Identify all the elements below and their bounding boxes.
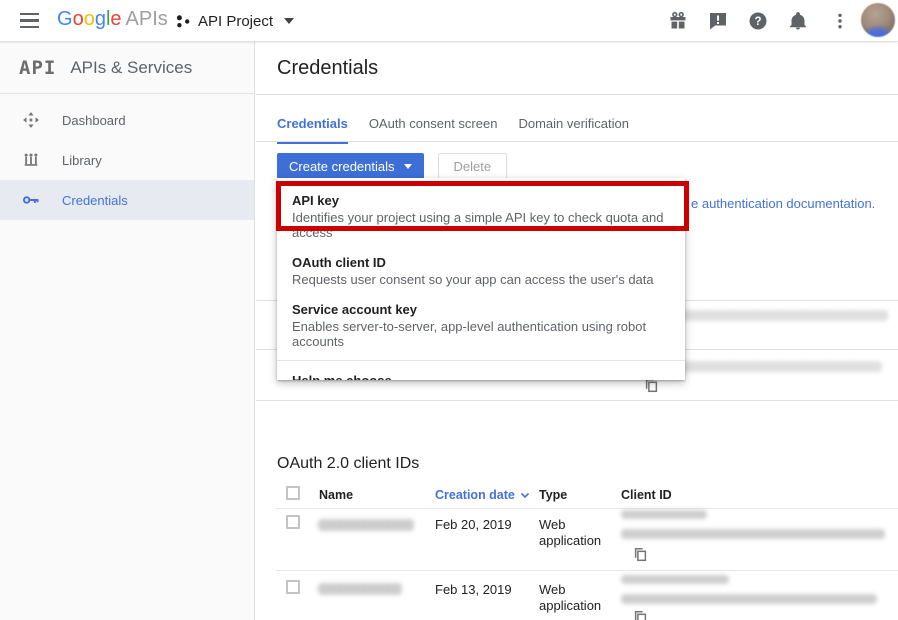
sidebar: API APIs & Services Dashboard Library bbox=[0, 42, 255, 620]
copy-icon[interactable] bbox=[633, 547, 648, 562]
column-header-name: Name bbox=[319, 488, 353, 502]
type-cell: Web application bbox=[539, 517, 615, 549]
redacted-client-id bbox=[621, 529, 885, 539]
sidebar-item-label: Library bbox=[62, 153, 102, 168]
redacted-api-key-row bbox=[664, 310, 888, 321]
sidebar-item-dashboard[interactable]: Dashboard bbox=[0, 100, 254, 140]
oauth-clients-heading: OAuth 2.0 client IDs bbox=[277, 455, 419, 473]
column-header-type: Type bbox=[539, 488, 567, 502]
tab-bar: Credentials OAuth consent screen Domain … bbox=[277, 116, 629, 144]
tab-domain-verification[interactable]: Domain verification bbox=[518, 116, 629, 144]
sidebar-nav: Dashboard Library bbox=[0, 94, 254, 220]
tab-oauth-consent-screen[interactable]: OAuth consent screen bbox=[369, 116, 498, 144]
svg-text:?: ? bbox=[754, 16, 761, 28]
menu-separator bbox=[277, 360, 685, 361]
notifications-icon[interactable] bbox=[788, 11, 808, 31]
redacted-client-id bbox=[621, 510, 707, 519]
sidebar-product-title: APIs & Services bbox=[70, 58, 192, 78]
column-header-client-id: Client ID bbox=[621, 488, 672, 502]
sidebar-item-label: Dashboard bbox=[62, 113, 126, 128]
sidebar-header: API APIs & Services bbox=[0, 42, 254, 94]
divider bbox=[276, 570, 898, 571]
toolbar: Create credentials Delete bbox=[277, 153, 507, 179]
redacted-client-name bbox=[318, 583, 402, 595]
create-credentials-button[interactable]: Create credentials bbox=[277, 153, 424, 179]
redacted-client-name bbox=[318, 519, 414, 531]
divider bbox=[256, 94, 898, 95]
top-app-bar: GoogleAPIs API Project bbox=[0, 0, 898, 42]
gift-icon[interactable] bbox=[668, 11, 688, 31]
page-title: Credentials bbox=[277, 57, 378, 80]
divider bbox=[276, 508, 898, 509]
google-apis-logo[interactable]: GoogleAPIs bbox=[57, 8, 168, 31]
dropdown-caret-icon bbox=[404, 164, 412, 169]
menu-item-help-me-choose[interactable]: Help me choose Asks a few questions to h… bbox=[277, 365, 685, 380]
copy-icon[interactable] bbox=[633, 610, 648, 620]
main-content: Credentials Credentials OAuth consent sc… bbox=[256, 42, 898, 620]
sidebar-item-label: Credentials bbox=[62, 193, 128, 208]
authentication-documentation-link[interactable]: e authentication documentation. bbox=[691, 196, 875, 211]
redacted-client-id bbox=[621, 575, 729, 584]
google-logo-letters: Google bbox=[57, 8, 122, 30]
project-selector[interactable]: API Project bbox=[176, 0, 294, 42]
row-checkbox[interactable] bbox=[286, 515, 300, 529]
creation-date-cell: Feb 13, 2019 bbox=[435, 582, 512, 598]
feedback-icon[interactable] bbox=[708, 11, 728, 31]
menu-item-service-account-key[interactable]: Service account key Enables server-to-se… bbox=[277, 294, 685, 356]
project-name: API Project bbox=[198, 13, 273, 30]
creation-date-cell: Feb 20, 2019 bbox=[435, 517, 512, 533]
logo-suffix: APIs bbox=[126, 8, 168, 30]
key-icon bbox=[22, 191, 40, 209]
redacted-client-id bbox=[621, 594, 877, 604]
delete-button[interactable]: Delete bbox=[438, 153, 508, 179]
page: GoogleAPIs API Project bbox=[0, 0, 898, 620]
sort-descending-icon bbox=[520, 492, 530, 499]
type-cell: Web application bbox=[539, 582, 615, 614]
sidebar-item-credentials[interactable]: Credentials bbox=[0, 180, 254, 220]
sidebar-item-library[interactable]: Library bbox=[0, 140, 254, 180]
library-icon bbox=[22, 151, 40, 169]
account-avatar[interactable] bbox=[861, 3, 895, 37]
chevron-down-icon bbox=[284, 18, 294, 24]
help-icon[interactable]: ? bbox=[748, 11, 768, 31]
row-checkbox[interactable] bbox=[286, 580, 300, 594]
menu-item-api-key[interactable]: API key Identifies your project using a … bbox=[277, 185, 685, 247]
copy-icon[interactable] bbox=[644, 378, 659, 393]
dashboard-icon bbox=[22, 111, 40, 129]
divider bbox=[256, 400, 898, 401]
api-product-logo: API bbox=[19, 57, 56, 79]
select-all-checkbox[interactable] bbox=[286, 486, 300, 500]
create-credentials-menu: API key Identifies your project using a … bbox=[277, 178, 685, 380]
column-header-creation-date[interactable]: Creation date bbox=[435, 488, 530, 502]
menu-icon[interactable] bbox=[20, 13, 39, 28]
divider bbox=[256, 141, 898, 142]
redacted-api-key-row bbox=[664, 361, 882, 372]
more-vertical-icon[interactable] bbox=[830, 11, 850, 31]
project-icon bbox=[176, 14, 191, 29]
tab-credentials[interactable]: Credentials bbox=[277, 116, 348, 144]
menu-item-oauth-client-id[interactable]: OAuth client ID Requests user consent so… bbox=[277, 247, 685, 294]
